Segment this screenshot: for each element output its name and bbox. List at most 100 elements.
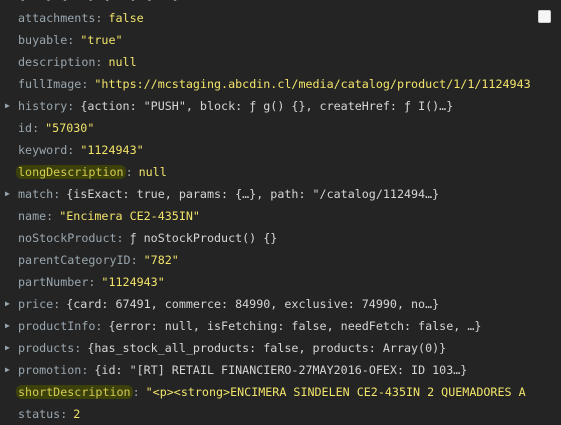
property-key: id — [18, 121, 33, 135]
property-pair: fullImage: "https://mcstaging.abcdin.cl/m… — [18, 73, 531, 95]
property-key: match — [18, 187, 54, 201]
triangle-right-icon[interactable]: ▶ — [5, 293, 10, 315]
property-value: "Encimera CE2-435IN" — [59, 209, 200, 223]
property-value: "1124943" — [80, 143, 144, 157]
property-value: "57030" — [45, 121, 95, 135]
property-key: history — [18, 99, 68, 113]
property-value: "true" — [80, 33, 123, 47]
property-value: "782" — [143, 253, 179, 267]
colon-separator: : — [53, 187, 61, 201]
property-row-keyword: keyword: "1124943" — [0, 139, 561, 161]
property-pair: match: {isExact: true, params: {…}, path:… — [18, 183, 439, 205]
colon-separator: : — [32, 121, 40, 135]
property-key: longDescription — [16, 165, 126, 179]
property-value[interactable]: {isExact: true, params: {…}, path: "/cat… — [66, 187, 439, 201]
property-pair: description: null — [18, 51, 137, 73]
colon-separator: : — [67, 143, 75, 157]
property-key: fullImage — [18, 77, 82, 91]
property-value: ƒ noStockProduct() {} — [129, 231, 278, 245]
property-key: noStockProduct — [18, 231, 117, 245]
property-pair: keyword: "1124943" — [18, 139, 144, 161]
checkbox-icon[interactable] — [538, 10, 551, 23]
colon-separator: : — [116, 231, 124, 245]
property-row-buyable: buyable: "true" — [0, 29, 561, 51]
property-pair: history: {action: "PUSH", block: ƒ g() {}… — [18, 95, 453, 117]
property-pair: shortDescription: "<p><strong>ENCIMERA SI… — [16, 381, 526, 403]
colon-separator: : — [95, 319, 103, 333]
colon-separator: : — [81, 363, 89, 377]
property-pair: noStockProduct: ƒ noStockProduct() {} — [18, 227, 277, 249]
property-key: parentCategoryID — [18, 253, 131, 267]
property-key: name — [18, 209, 47, 223]
property-row-attachments: attachments: false — [0, 7, 561, 29]
property-value: null — [108, 55, 137, 69]
property-row-partNumber: partNumber: "1124943" — [0, 271, 561, 293]
property-key: shortDescription — [16, 385, 133, 399]
triangle-right-icon[interactable]: ▶ — [5, 337, 10, 359]
colon-separator: : — [95, 55, 103, 69]
property-row-history[interactable]: ▶ history: {action: "PUSH", block: ƒ g() {… — [0, 95, 561, 117]
property-pair: id: "57030" — [18, 117, 94, 139]
colon-separator: : — [67, 33, 75, 47]
property-pair: price: {card: 67491, commerce: 84990, exc… — [18, 293, 439, 315]
property-pair: products: {has_stock_all_products: false,… — [18, 337, 446, 359]
property-key: promotion — [18, 363, 82, 377]
triangle-right-icon[interactable]: ▶ — [5, 95, 10, 117]
colon-separator: : — [95, 11, 103, 25]
property-pair: promotion: {id: "[RT] RETAIL FINANCIERO-2… — [18, 359, 467, 381]
triangle-right-icon[interactable]: ▶ — [5, 183, 10, 205]
property-value: false — [108, 11, 144, 25]
property-value[interactable]: {has_stock_all_products: false, products… — [87, 341, 446, 355]
colon-separator: : — [88, 275, 96, 289]
property-pair: name: "Encimera CE2-435IN" — [18, 205, 200, 227]
property-pair: parentCategoryID: "782" — [18, 249, 179, 271]
property-value[interactable]: {action: "PUSH", block: ƒ g() {}, create… — [80, 99, 453, 113]
truncated-row: {...} {...} {...} {...} — [18, 0, 180, 6]
property-value: 2 — [73, 407, 81, 421]
property-value: "https://mcstaging.abcdin.cl/media/catal… — [94, 77, 531, 91]
property-pair: buyable: "true" — [18, 29, 123, 51]
triangle-right-icon[interactable]: ▶ — [5, 315, 10, 337]
property-key: productInfo — [18, 319, 96, 333]
property-row-productInfo[interactable]: ▶ productInfo: {error: null, isFetching: f… — [0, 315, 561, 337]
property-pair: status: 2 — [18, 403, 80, 425]
property-row-price[interactable]: ▶ price: {card: 67491, commerce: 84990, ex… — [0, 293, 561, 315]
property-pair: productInfo: {error: null, isFetching: fa… — [18, 315, 481, 337]
colon-separator: : — [53, 297, 61, 311]
property-row-longDescription: longDescription: null — [0, 161, 561, 183]
property-pair: partNumber: "1124943" — [18, 271, 165, 293]
property-row-noStockProduct: noStockProduct: ƒ noStockProduct() {} — [0, 227, 561, 249]
property-value[interactable]: {card: 67491, commerce: 84990, exclusive… — [66, 297, 439, 311]
property-row-status: status: 2 — [0, 403, 561, 425]
property-row-parentCategoryID: parentCategoryID: "782" — [0, 249, 561, 271]
property-row-name: name: "Encimera CE2-435IN" — [0, 205, 561, 227]
property-value[interactable]: {id: "[RT] RETAIL FINANCIERO-27MAY2016-O… — [94, 363, 467, 377]
colon-separator: : — [46, 209, 54, 223]
property-value: "1124943" — [101, 275, 165, 289]
property-key: keyword — [18, 143, 68, 157]
colon-separator: : — [74, 341, 82, 355]
triangle-right-icon[interactable]: ▶ — [5, 359, 10, 381]
colon-separator: : — [132, 385, 140, 399]
property-value: "<p><strong>ENCIMERA SINDELEN CE2-435IN … — [145, 385, 526, 399]
property-value[interactable]: {error: null, isFetching: false, needFet… — [108, 319, 481, 333]
property-pair: attachments: false — [18, 7, 144, 29]
property-key: buyable — [18, 33, 68, 47]
property-row-shortDescription: shortDescription: "<p><strong>ENCIMERA SI… — [0, 381, 561, 403]
devtools-props-panel: {...} {...} {...} {...} attachments: fals… — [0, 0, 561, 421]
property-row-id: id: "57030" — [0, 117, 561, 139]
colon-separator: : — [130, 253, 138, 267]
colon-separator: : — [60, 407, 68, 421]
property-row-products[interactable]: ▶ products: {has_stock_all_products: false… — [0, 337, 561, 359]
colon-separator: : — [125, 165, 133, 179]
property-row-match[interactable]: ▶ match: {isExact: true, params: {…}, path… — [0, 183, 561, 205]
property-row-promotion[interactable]: ▶ promotion: {id: "[RT] RETAIL FINANCIERO-… — [0, 359, 561, 381]
property-row-description: description: null — [0, 51, 561, 73]
property-key: status — [18, 407, 61, 421]
property-key: price — [18, 297, 54, 311]
property-key: attachments — [18, 11, 96, 25]
colon-separator: : — [81, 77, 89, 91]
property-key: description — [18, 55, 96, 69]
property-pair: longDescription: null — [16, 161, 167, 183]
property-key: products — [18, 341, 75, 355]
